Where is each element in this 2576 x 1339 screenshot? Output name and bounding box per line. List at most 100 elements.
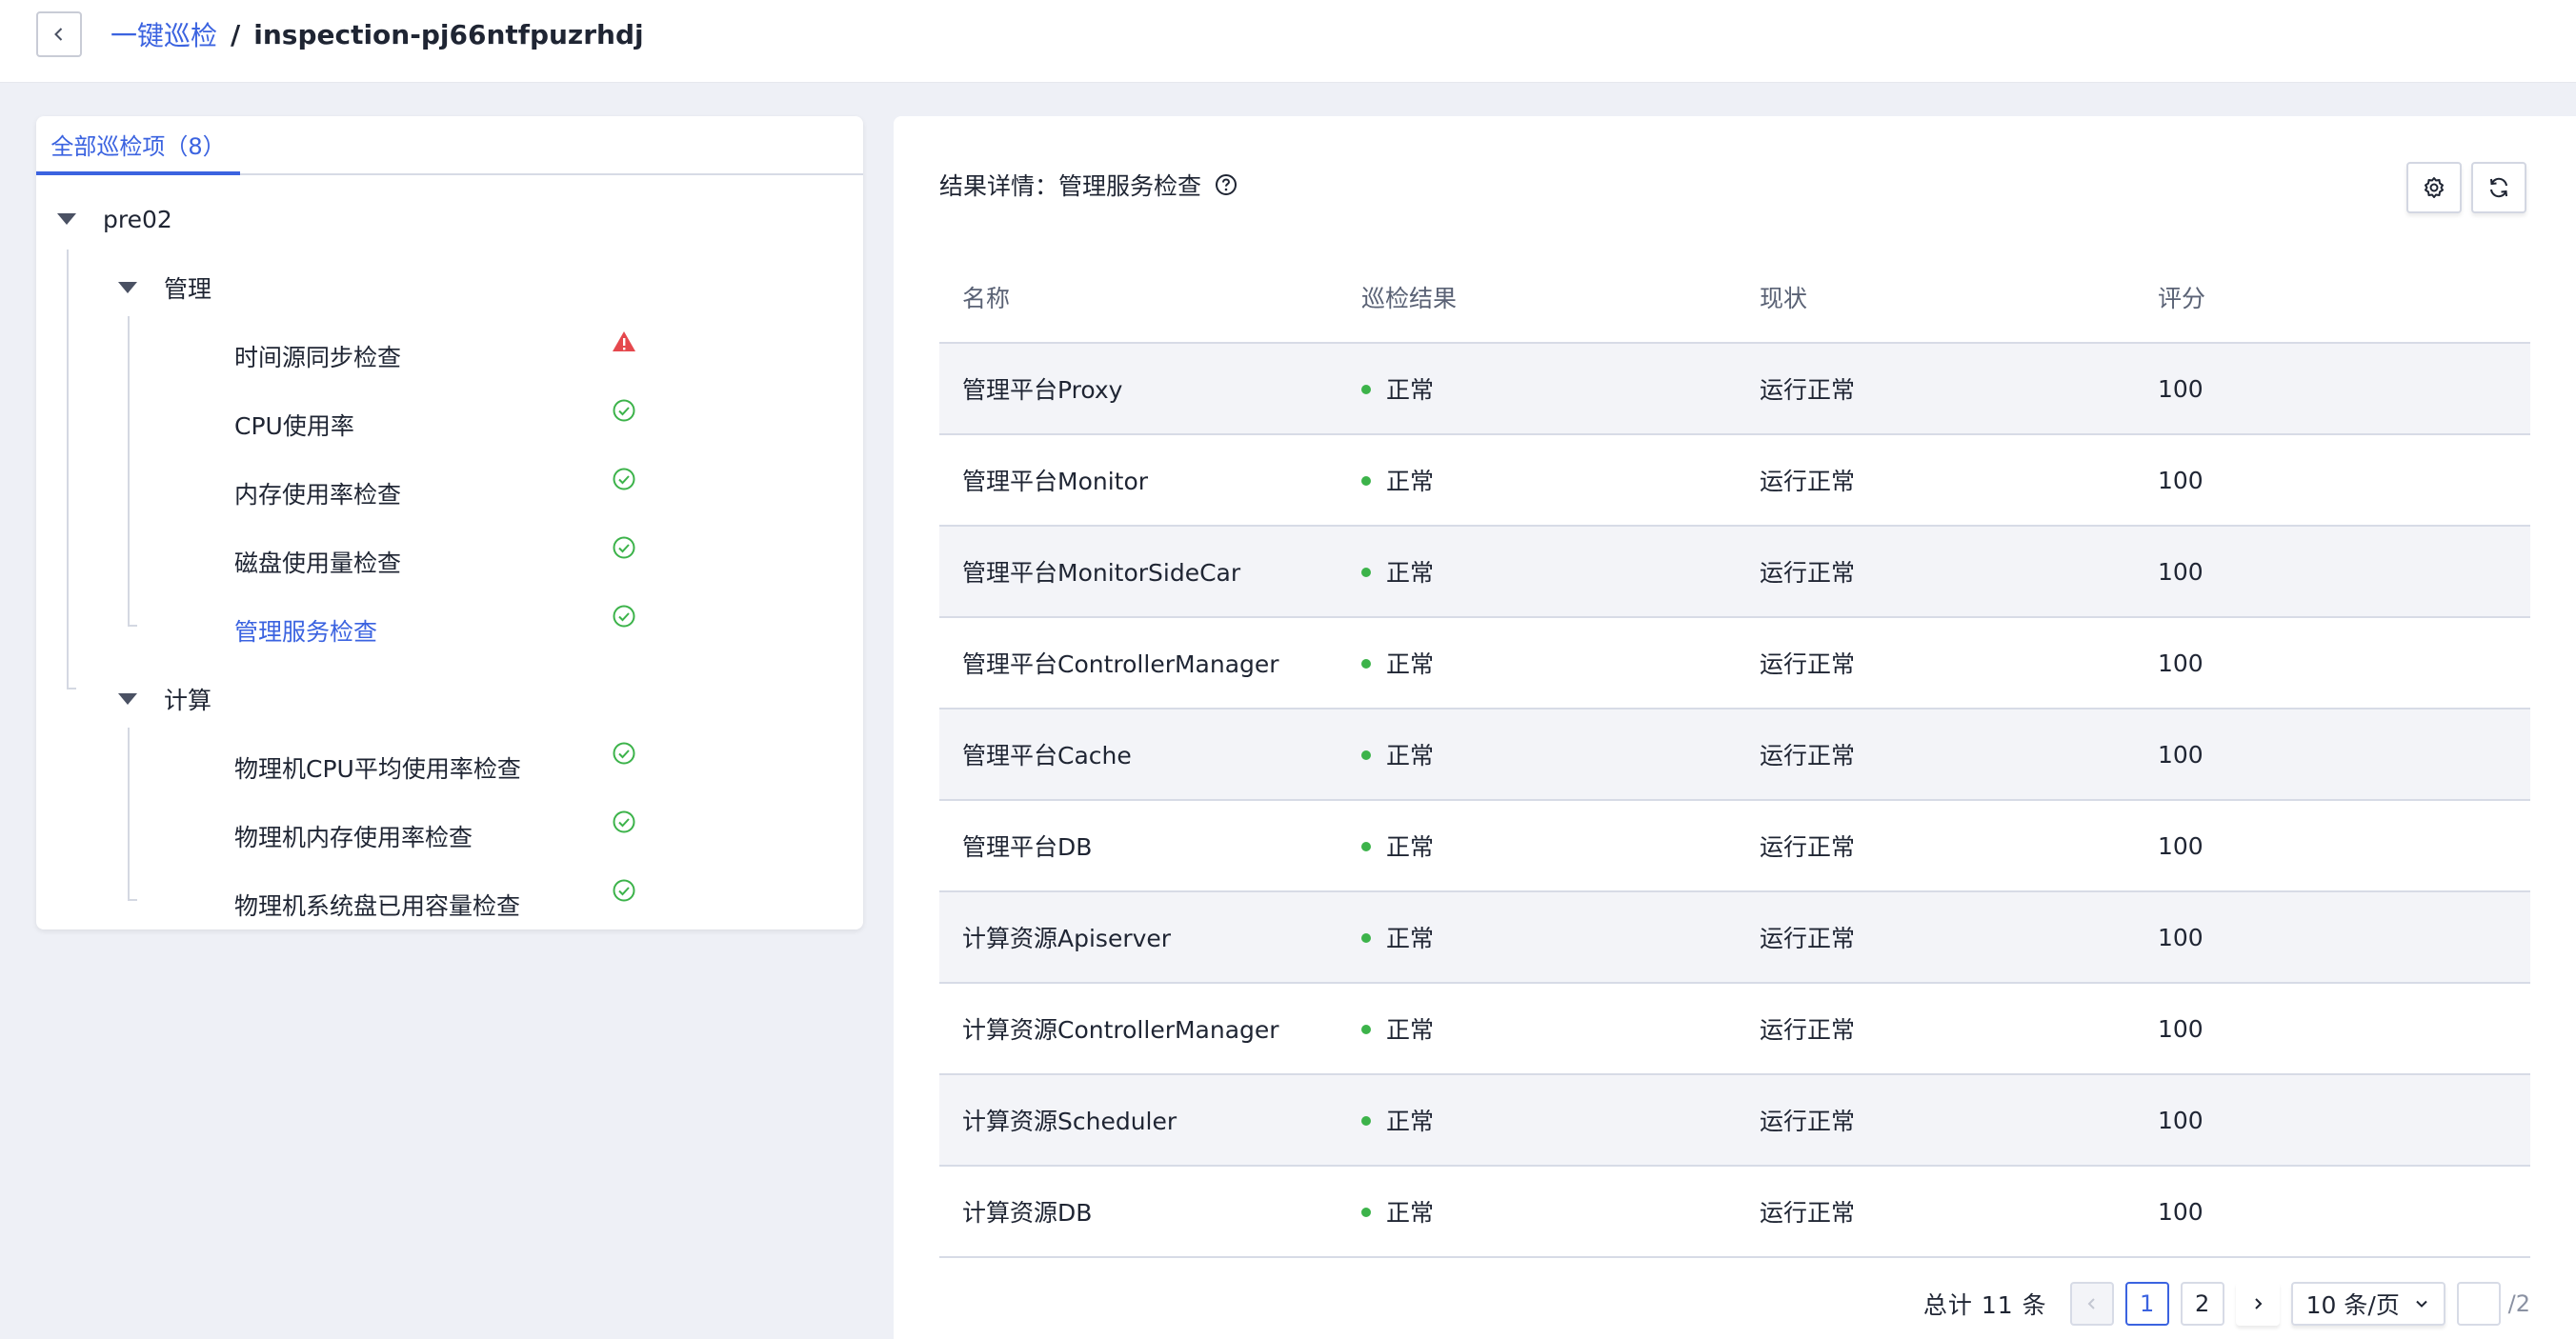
cell-result: 正常: [1338, 800, 1737, 892]
cell-result-text: 正常: [1386, 833, 1435, 861]
column-header-result: 巡检结果: [1338, 251, 1737, 344]
cell-score: 100: [2135, 1074, 2530, 1167]
cell-name: 管理平台Proxy: [939, 343, 1338, 435]
tab-all-items[interactable]: 全部巡检项（8）: [36, 116, 240, 175]
prev-page-button[interactable]: [2069, 1282, 2114, 1326]
cell-result: 正常: [1338, 709, 1737, 801]
page-header: 一键巡检 / inspection-pj66ntfpuzrhdj: [0, 0, 2576, 83]
tree-item[interactable]: 时间源同步检查: [234, 335, 401, 377]
check-circle-icon: [613, 536, 635, 559]
table-row[interactable]: 计算资源ControllerManager 正常 运行正常 100: [939, 983, 2530, 1075]
tree-item[interactable]: CPU使用率: [234, 404, 354, 446]
cell-result-text: 正常: [1386, 650, 1435, 678]
table-row[interactable]: 计算资源Apiserver 正常 运行正常 100: [939, 891, 2530, 984]
refresh-icon: [2490, 177, 2507, 198]
refresh-button[interactable]: [2471, 162, 2526, 213]
chevron-left-icon: [54, 28, 63, 41]
tree-item-label: 物理机CPU平均使用率检查: [234, 755, 521, 783]
table-row[interactable]: 管理平台Monitor 正常 运行正常 100: [939, 434, 2530, 527]
tree-guide-line: [128, 728, 130, 901]
status-dot-icon: [1361, 385, 1371, 394]
tree-guide-line: [128, 625, 137, 627]
tree-guide-line: [67, 250, 69, 688]
table-row[interactable]: 计算资源Scheduler 正常 运行正常 100: [939, 1074, 2530, 1167]
cell-result-text: 正常: [1386, 1199, 1435, 1227]
table-row[interactable]: 计算资源DB 正常 运行正常 100: [939, 1166, 2530, 1258]
question-circle-icon[interactable]: [1215, 173, 1238, 196]
table-row[interactable]: 管理平台MonitorSideCar 正常 运行正常 100: [939, 526, 2530, 618]
status-dot-icon: [1361, 476, 1371, 486]
cell-state: 运行正常: [1737, 343, 2135, 435]
cell-score: 100: [2135, 1166, 2530, 1258]
cell-score: 100: [2135, 343, 2530, 435]
cell-score: 100: [2135, 891, 2530, 984]
table-row[interactable]: 管理平台DB 正常 运行正常 100: [939, 800, 2530, 892]
cell-result-text: 正常: [1386, 742, 1435, 769]
table-row[interactable]: 管理平台Cache 正常 运行正常 100: [939, 709, 2530, 801]
tree-node-label: 管理: [164, 275, 212, 303]
cell-score: 100: [2135, 526, 2530, 618]
page-size-select[interactable]: 10 条/页: [2290, 1282, 2445, 1326]
chevron-left-icon: [2087, 1298, 2095, 1309]
cell-state: 运行正常: [1737, 617, 2135, 709]
cell-result-text: 正常: [1386, 468, 1435, 495]
cell-score: 100: [2135, 800, 2530, 892]
table-row[interactable]: 管理平台Proxy 正常 运行正常 100: [939, 343, 2530, 435]
status-dot-icon: [1361, 568, 1371, 577]
tree-item[interactable]: 物理机CPU平均使用率检查: [234, 747, 521, 789]
page-button-1[interactable]: 1: [2124, 1282, 2169, 1326]
tree-node-group-management[interactable]: 管理: [118, 267, 211, 309]
table-body: 管理平台Proxy 正常 运行正常 100 管理平台Monitor 正常 运行正常 100 管理…: [939, 343, 2530, 1258]
cell-result: 正常: [1338, 617, 1737, 709]
caret-down-icon[interactable]: [118, 693, 137, 705]
tree-item-selected[interactable]: 管理服务检查: [234, 610, 377, 651]
cell-state: 运行正常: [1737, 434, 2135, 527]
tree-item-label: 磁盘使用量检查: [234, 550, 402, 577]
tree-node-group-compute[interactable]: 计算: [118, 678, 211, 720]
tree-guide-line: [128, 899, 137, 901]
status-dot-icon: [1361, 842, 1371, 851]
gear-icon: [2425, 177, 2444, 198]
next-page-button[interactable]: [2235, 1282, 2280, 1326]
breadcrumb: 一键巡检 / inspection-pj66ntfpuzrhdj: [111, 13, 644, 55]
caret-down-icon[interactable]: [57, 213, 76, 225]
breadcrumb-link-inspection[interactable]: 一键巡检: [111, 15, 217, 53]
cell-name: 计算资源Scheduler: [939, 1074, 1338, 1167]
cell-state: 运行正常: [1737, 526, 2135, 618]
status-dot-icon: [1361, 750, 1371, 760]
chevron-right-icon: [2254, 1298, 2263, 1309]
cell-score: 100: [2135, 709, 2530, 801]
tree-item-label: 时间源同步检查: [234, 344, 402, 371]
tree-item-label: 管理服务检查: [234, 618, 378, 646]
tree-item[interactable]: 内存使用率检查: [234, 472, 401, 514]
caret-down-icon[interactable]: [118, 282, 137, 293]
cell-result-text: 正常: [1386, 1108, 1435, 1135]
cell-result: 正常: [1338, 526, 1737, 618]
tree-item[interactable]: 磁盘使用量检查: [234, 541, 401, 583]
page-jump-input[interactable]: [2456, 1282, 2501, 1326]
warning-triangle-icon: [613, 331, 635, 351]
tab-bar: 全部巡检项（8）: [36, 116, 863, 175]
pagination-total: 总计 11 条: [1922, 1291, 2047, 1319]
tree-item[interactable]: 物理机系统盘已用容量检查: [234, 884, 520, 926]
table-row[interactable]: 管理平台ControllerManager 正常 运行正常 100: [939, 617, 2530, 709]
cell-state: 运行正常: [1737, 983, 2135, 1075]
cell-result: 正常: [1338, 343, 1737, 435]
cell-state: 运行正常: [1737, 1074, 2135, 1167]
tree-item-label: 物理机系统盘已用容量检查: [234, 892, 521, 920]
cell-score: 100: [2135, 617, 2530, 709]
inspection-tree-panel: 全部巡检项（8） pre02 管理 时间源同步检查 CPU使用率 内存使用率检查…: [36, 116, 863, 929]
cell-name: 管理平台Cache: [939, 709, 1338, 801]
tree-item[interactable]: 物理机内存使用率检查: [234, 815, 473, 857]
chevron-down-icon: [2415, 1300, 2427, 1308]
cell-result-text: 正常: [1386, 1016, 1435, 1044]
status-dot-icon: [1361, 1025, 1371, 1034]
cell-result-text: 正常: [1386, 376, 1435, 404]
settings-button[interactable]: [2406, 162, 2462, 213]
cell-name: 管理平台Monitor: [939, 434, 1338, 527]
status-dot-icon: [1361, 659, 1371, 669]
tree-node-root[interactable]: pre02: [57, 198, 172, 240]
page-button-2[interactable]: 2: [2180, 1282, 2224, 1326]
back-button[interactable]: [36, 11, 82, 57]
cell-name: 管理平台MonitorSideCar: [939, 526, 1338, 618]
